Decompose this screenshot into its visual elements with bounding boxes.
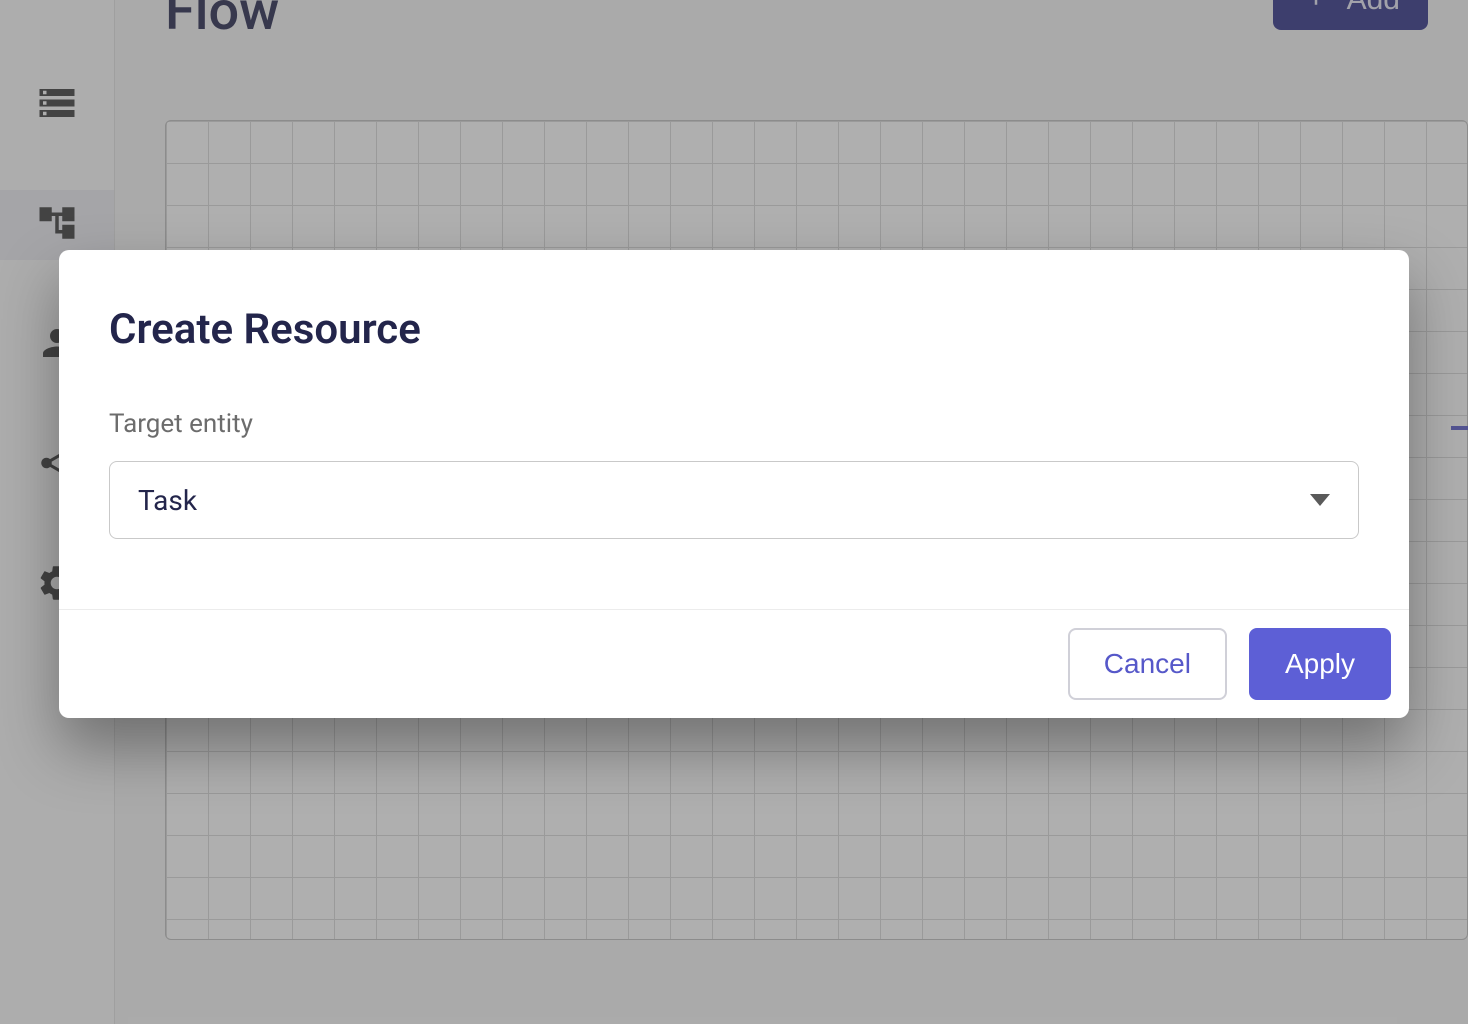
modal-title: Create Resource bbox=[109, 305, 1359, 354]
modal-body: Create Resource Target entity Task bbox=[59, 250, 1409, 609]
chevron-down-icon bbox=[1310, 494, 1330, 506]
modal-footer: Cancel Apply bbox=[59, 609, 1409, 718]
create-resource-modal: Create Resource Target entity Task Cance… bbox=[59, 250, 1409, 718]
modal-overlay[interactable]: Create Resource Target entity Task Cance… bbox=[0, 0, 1468, 1024]
target-entity-select[interactable]: Task bbox=[109, 461, 1359, 539]
cancel-button[interactable]: Cancel bbox=[1068, 628, 1227, 700]
target-entity-label: Target entity bbox=[109, 409, 1359, 439]
apply-button[interactable]: Apply bbox=[1249, 628, 1391, 700]
select-value: Task bbox=[138, 484, 1310, 517]
